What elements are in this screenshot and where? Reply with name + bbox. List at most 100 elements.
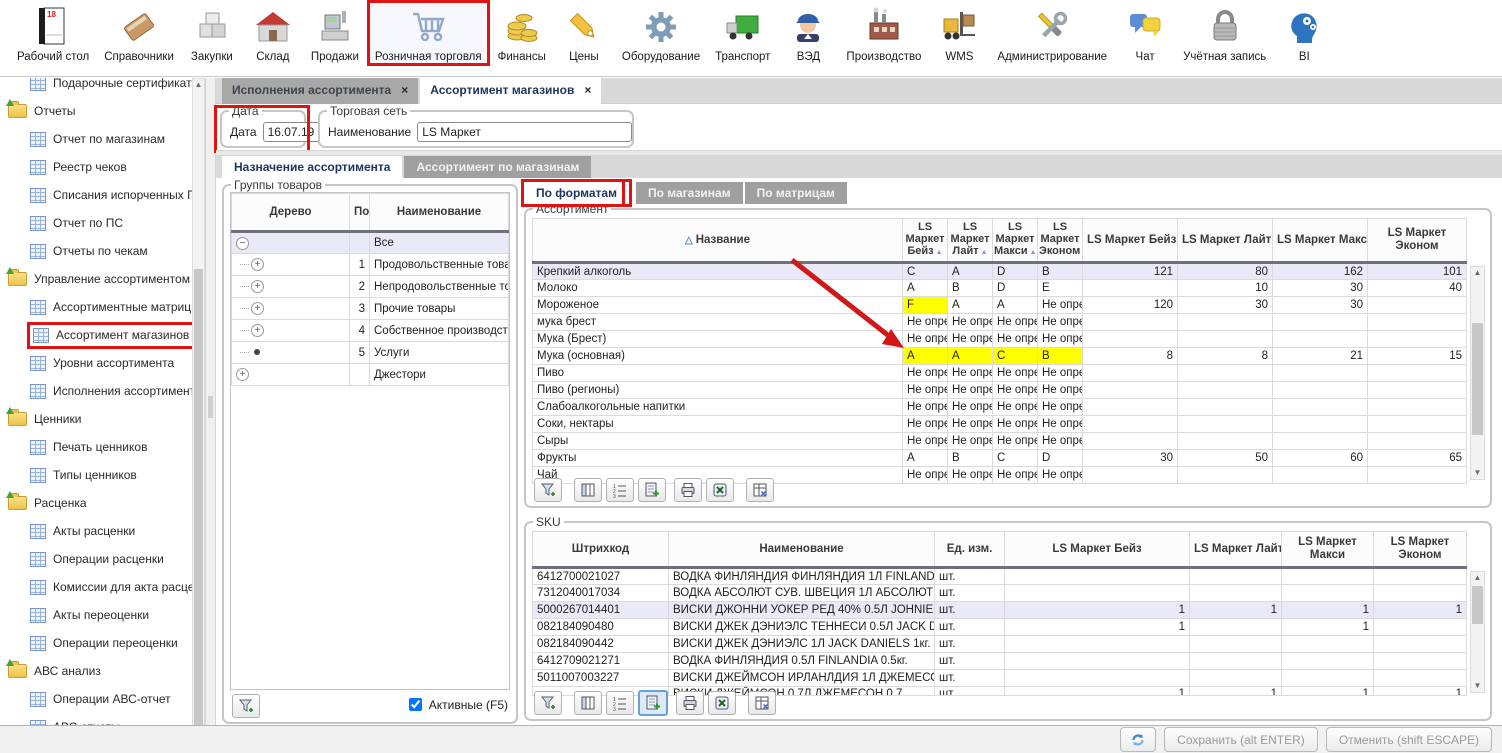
sku-row[interactable]: 5011007003227ВИСКИ ДЖЕЙМСОН ИРЛАНЛДИЯ 1Л… xyxy=(533,670,1467,687)
column-header-qty-light[interactable]: LS Маркет Лайт xyxy=(1178,219,1273,263)
toolbar-item-prices[interactable]: Цены xyxy=(554,0,614,65)
column-header-level-econom[interactable]: LS Маркет Эконом▲ xyxy=(1038,219,1083,263)
sidebar-folder-price-tags[interactable]: Ценники xyxy=(0,405,192,433)
sidebar-item-assortment-levels[interactable]: Уровни ассортимента xyxy=(0,349,192,377)
column-header-qty-maxi[interactable]: LS Маркет Макси xyxy=(1273,219,1368,263)
sidebar-item-receipt-reports[interactable]: Отчеты по чекам xyxy=(0,237,192,265)
scroll-up-icon[interactable]: ▲ xyxy=(1471,572,1484,584)
assortment-row[interactable]: ПивоНе опреНе опреНе опреНе опре xyxy=(533,365,1467,382)
toolbar-item-account[interactable]: Учётная запись xyxy=(1176,0,1273,65)
sidebar-item-store-assortment[interactable]: Ассортимент магазинов xyxy=(0,321,192,349)
column-header-qty-base[interactable]: LS Маркет Бейз xyxy=(1083,219,1178,263)
active-checkbox[interactable] xyxy=(409,698,422,711)
assortment-row[interactable]: МолокоABDE103040 xyxy=(533,280,1467,297)
column-header-qty-econom[interactable]: LS Маркет Эконом xyxy=(1368,219,1467,263)
assortment-row[interactable]: Слабоалкогольные напиткиНе опреНе опреНе… xyxy=(533,399,1467,416)
tab-by-formats[interactable]: По форматам xyxy=(524,182,629,204)
clear-table-button[interactable] xyxy=(748,691,776,715)
sidebar-item-receipt-register[interactable]: Реестр чеков xyxy=(0,153,192,181)
sidebar-item-abc-operations[interactable]: Операции АВС-отчет xyxy=(0,685,192,713)
sidebar-item-pricing-acts[interactable]: Акты расценки xyxy=(0,517,192,545)
filter-button[interactable] xyxy=(232,694,260,718)
numbering-button[interactable]: 123 xyxy=(606,691,634,715)
sku-row[interactable]: 6412700021027ВОДКА ФИНЛЯНДИЯ ФИНЛЯНДИЯ 1… xyxy=(533,568,1467,585)
sidebar-item-spoiled-writeoffs[interactable]: Списания испорченных ПС xyxy=(0,181,192,209)
tab-assortment-executions[interactable]: Исполнения ассортимента× xyxy=(222,78,418,104)
sidebar-folder-reports[interactable]: Отчеты xyxy=(0,97,192,125)
tree-row[interactable]: −Все xyxy=(232,232,509,254)
sidebar-item-assortment-executions[interactable]: Исполнения ассортимента xyxy=(0,377,192,405)
toolbar-item-bi[interactable]: BI xyxy=(1274,0,1334,65)
column-header-barcode[interactable]: Штрихкод xyxy=(533,532,669,568)
column-header-order[interactable]: Пор xyxy=(350,194,370,232)
sku-row[interactable]: 5000267014401ВИСКИ ДЖОННИ УОКЕР РЕД 40% … xyxy=(533,602,1467,619)
scroll-down-icon[interactable]: ▼ xyxy=(1471,467,1484,479)
column-header-level-light[interactable]: LS Маркет Лайт▲ xyxy=(948,219,993,263)
sidebar-scrollbar[interactable]: ▲ ▼ xyxy=(192,78,205,743)
tab-by-matrices[interactable]: По матрицам xyxy=(745,182,847,204)
column-header-base[interactable]: LS Маркет Бейз xyxy=(1005,532,1190,568)
scrollbar-thumb[interactable] xyxy=(1472,323,1483,435)
sidebar-item-gift-certificates[interactable]: Подарочные сертификаты xyxy=(0,78,192,97)
print-button[interactable] xyxy=(674,478,702,502)
toolbar-item-references[interactable]: Справочники xyxy=(97,0,181,65)
assortment-row[interactable]: Мука (основная)AACB882115 xyxy=(533,348,1467,365)
refresh-button[interactable] xyxy=(1120,727,1156,752)
sku-row[interactable]: 082184090442ВИСКИ ДЖЕК ДЭНИЭЛС 1Л JACK D… xyxy=(533,636,1467,653)
toolbar-item-warehouse[interactable]: Склад xyxy=(243,0,303,65)
sidebar-folder-assortment-management[interactable]: Управление ассортиментом xyxy=(0,265,192,293)
toolbar-item-purchases[interactable]: Закупки xyxy=(182,0,242,65)
collapse-icon[interactable]: − xyxy=(236,237,249,250)
toolbar-item-wms[interactable]: WMS xyxy=(929,0,989,65)
column-header-name[interactable]: △Название xyxy=(533,219,903,263)
sidebar-folder-abc-analysis[interactable]: АВС анализ xyxy=(0,657,192,685)
expand-icon[interactable]: + xyxy=(251,258,264,271)
sidebar-item-pricing-operations[interactable]: Операции расценки xyxy=(0,545,192,573)
toolbar-item-retail[interactable]: Розничная торговля xyxy=(367,0,490,66)
print-button[interactable] xyxy=(676,691,704,715)
column-header-unit[interactable]: Ед. изм. xyxy=(935,532,1005,568)
column-header-light[interactable]: LS Маркет Лайт xyxy=(1190,532,1282,568)
scroll-down-icon[interactable]: ▼ xyxy=(1471,680,1484,692)
scroll-up-icon[interactable]: ▲ xyxy=(1471,267,1484,279)
sku-scrollbar[interactable]: ▲ ▼ xyxy=(1470,571,1485,693)
toolbar-item-finance[interactable]: Финансы xyxy=(491,0,553,65)
assortment-row[interactable]: Соки, нектарыНе опреНе опреНе опреНе опр… xyxy=(533,416,1467,433)
expand-icon[interactable]: + xyxy=(251,302,264,315)
tab-assortment-by-stores[interactable]: Ассортимент по магазинам xyxy=(404,156,591,178)
tab-store-assortment[interactable]: Ассортимент магазинов× xyxy=(420,78,601,104)
filter-button[interactable] xyxy=(534,691,562,715)
sidebar-item-revaluation-operations[interactable]: Операции переоценки xyxy=(0,629,192,657)
network-name-input[interactable] xyxy=(417,122,632,142)
sidebar-item-assortment-matrices[interactable]: Ассортиментные матрицы xyxy=(0,293,192,321)
assortment-row[interactable]: МороженоеFAAНе опре1203030 xyxy=(533,297,1467,314)
sidebar-item-store-report[interactable]: Отчет по магазинам xyxy=(0,125,192,153)
tree-row[interactable]: +3Прочие товары xyxy=(232,298,509,320)
column-header-econom[interactable]: LS Маркет Эконом xyxy=(1374,532,1467,568)
tree-row[interactable]: +2Непродовольственные товары xyxy=(232,276,509,298)
scrollbar-thumb[interactable] xyxy=(1472,586,1483,624)
sidebar-item-pricing-commissions[interactable]: Комиссии для акта расценки xyxy=(0,573,192,601)
tab-assortment-assignment[interactable]: Назначение ассортимента xyxy=(222,156,402,178)
column-header-tree[interactable]: Дерево xyxy=(232,194,350,232)
toolbar-item-transport[interactable]: Транспорт xyxy=(708,0,777,65)
cancel-button[interactable]: Отменить (shift ESCAPE) xyxy=(1326,727,1492,752)
assortment-row[interactable]: Пиво (регионы)Не опреНе опреНе опреНе оп… xyxy=(533,382,1467,399)
save-button[interactable]: Сохранить (alt ENTER) xyxy=(1164,727,1318,752)
splitter-grip[interactable] xyxy=(208,396,213,418)
sidebar-item-revaluation-acts[interactable]: Акты переоценки xyxy=(0,601,192,629)
column-header-level-base[interactable]: LS Маркет Бейз▲ xyxy=(903,219,948,263)
toolbar-item-equipment[interactable]: Оборудование xyxy=(615,0,707,65)
add-calculation-button[interactable] xyxy=(638,690,668,716)
assortment-row[interactable]: СырыНе опреНе опреНе опреНе опре xyxy=(533,433,1467,450)
clear-table-button[interactable] xyxy=(746,478,774,502)
numbering-button[interactable]: 123 xyxy=(606,478,634,502)
assortment-row[interactable]: мука брестНе опреНе опреНе опреНе опре xyxy=(533,314,1467,331)
scroll-up-icon[interactable]: ▲ xyxy=(193,79,204,91)
column-header-maxi[interactable]: LS Маркет Макси xyxy=(1282,532,1374,568)
expand-icon[interactable]: + xyxy=(251,324,264,337)
sidebar-folder-pricing[interactable]: Расценка xyxy=(0,489,192,517)
assortment-row[interactable]: ФруктыABCD30506065 xyxy=(533,450,1467,467)
sidebar-item-price-tag-types[interactable]: Типы ценников xyxy=(0,461,192,489)
assortment-row[interactable]: Крепкий алкогольCADB12180162101 xyxy=(533,263,1467,280)
